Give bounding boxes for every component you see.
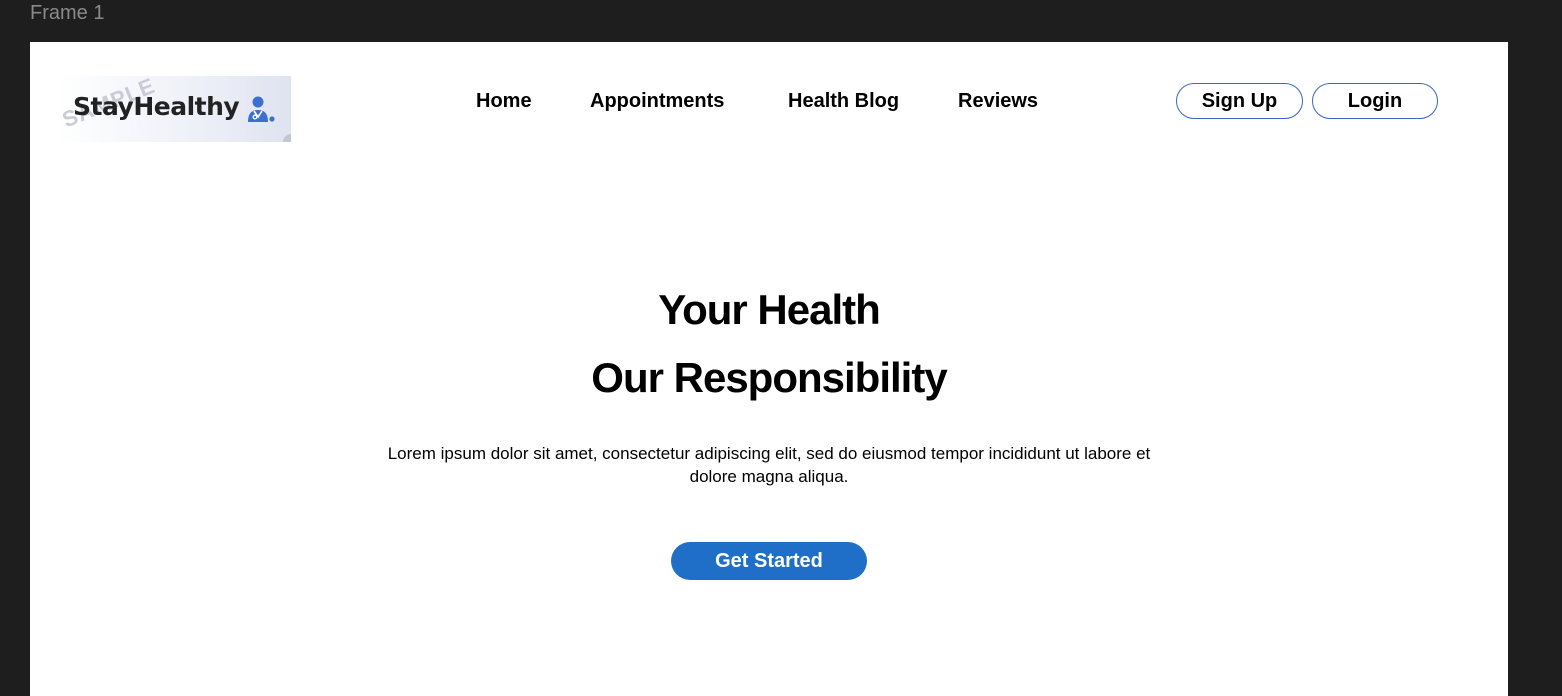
- logo-corner-mark: [283, 134, 291, 142]
- nav-home[interactable]: Home: [476, 90, 532, 113]
- get-started-button[interactable]: Get Started: [671, 542, 867, 580]
- hero-description: Lorem ipsum dolor sit amet, consectetur …: [387, 444, 1151, 486]
- page-frame: SAMPLE StayHealthy Home Appointments Hea…: [30, 42, 1508, 696]
- nav-appointments[interactable]: Appointments: [590, 90, 724, 113]
- sign-up-button[interactable]: Sign Up: [1176, 83, 1303, 119]
- hero-title-line1: Your Health: [658, 286, 881, 333]
- hero-title-line2: Our Responsibility: [591, 354, 947, 401]
- nav-health-blog[interactable]: Health Blog: [788, 90, 899, 113]
- frame-label[interactable]: Frame 1: [30, 2, 104, 25]
- nav-reviews[interactable]: Reviews: [958, 90, 1038, 113]
- login-button[interactable]: Login: [1312, 83, 1438, 119]
